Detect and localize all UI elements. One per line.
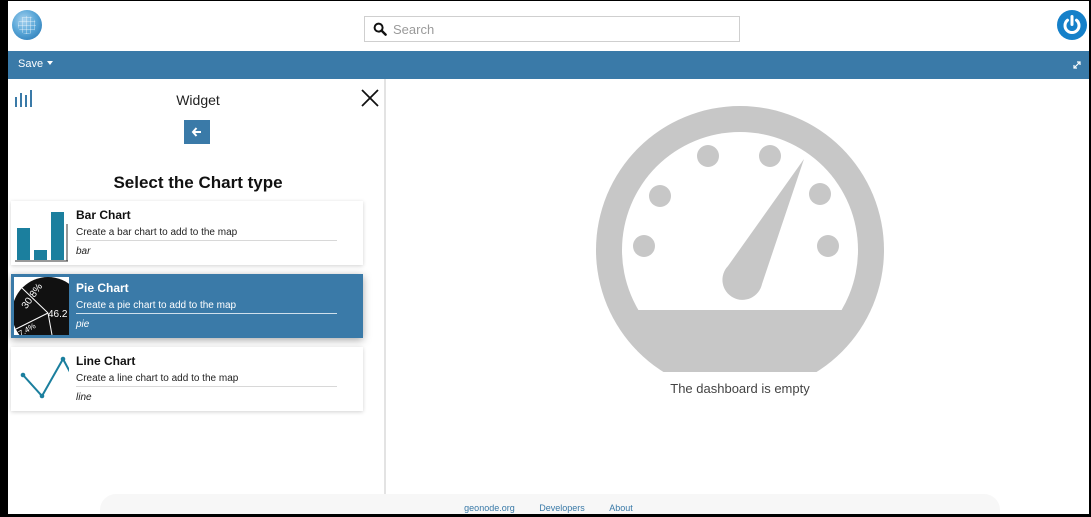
empty-dashboard-message: The dashboard is empty — [670, 381, 810, 396]
card-description: Create a line chart to add to the map — [76, 370, 337, 387]
footer-link-developers[interactable]: Developers — [539, 503, 585, 513]
footer-link-geonode[interactable]: geonode.org — [464, 503, 515, 513]
save-menu-button[interactable]: Save — [18, 58, 54, 70]
power-icon[interactable] — [1057, 10, 1087, 40]
footer: geonode.org Developers About — [8, 494, 1089, 514]
widget-panel: Widget Select the Chart type Bar Chart C… — [8, 79, 386, 494]
dashboard-gauge-icon — [596, 106, 884, 372]
search-icon — [373, 22, 387, 36]
card-title: Bar Chart — [76, 208, 131, 222]
search-input[interactable] — [393, 19, 733, 39]
footer-links: geonode.org Developers About — [8, 503, 1089, 513]
card-title: Line Chart — [76, 354, 136, 368]
back-button[interactable] — [184, 120, 210, 144]
caret-down-icon — [47, 61, 54, 65]
bar-chart-thumbnail — [14, 204, 69, 262]
card-description: Create a bar chart to add to the map — [76, 224, 337, 241]
arrow-left-icon — [191, 127, 201, 137]
chart-type-heading: Select the Chart type — [113, 173, 283, 192]
close-icon[interactable] — [360, 88, 380, 108]
save-label: Save — [18, 58, 44, 70]
footer-link-about[interactable]: About — [609, 503, 633, 513]
pie-label-2: 46.2 — [48, 309, 68, 320]
card-type: line — [76, 392, 92, 403]
panel-title: Widget — [176, 92, 220, 108]
card-type: bar — [76, 246, 91, 257]
bar-chart-icon — [15, 90, 32, 107]
expand-icon[interactable] — [1071, 59, 1083, 71]
chart-type-card-pie[interactable]: 30.8% 46.2 7.4% Pie Chart Create a pie c… — [11, 274, 363, 338]
search-bar[interactable] — [364, 16, 740, 42]
card-description: Create a pie chart to add to the map — [76, 297, 337, 314]
chart-type-card-bar[interactable]: Bar Chart Create a bar chart to add to t… — [11, 201, 363, 265]
geonode-logo-icon[interactable] — [12, 10, 42, 40]
card-type: pie — [76, 319, 90, 330]
pie-chart-thumbnail: 30.8% 46.2 7.4% — [14, 277, 69, 335]
top-bar — [8, 1, 1089, 51]
card-title: Pie Chart — [76, 281, 129, 295]
line-chart-thumbnail — [14, 350, 69, 408]
chart-type-card-line[interactable]: Line Chart Create a line chart to add to… — [11, 347, 363, 411]
menu-bar: Save — [8, 51, 1089, 79]
